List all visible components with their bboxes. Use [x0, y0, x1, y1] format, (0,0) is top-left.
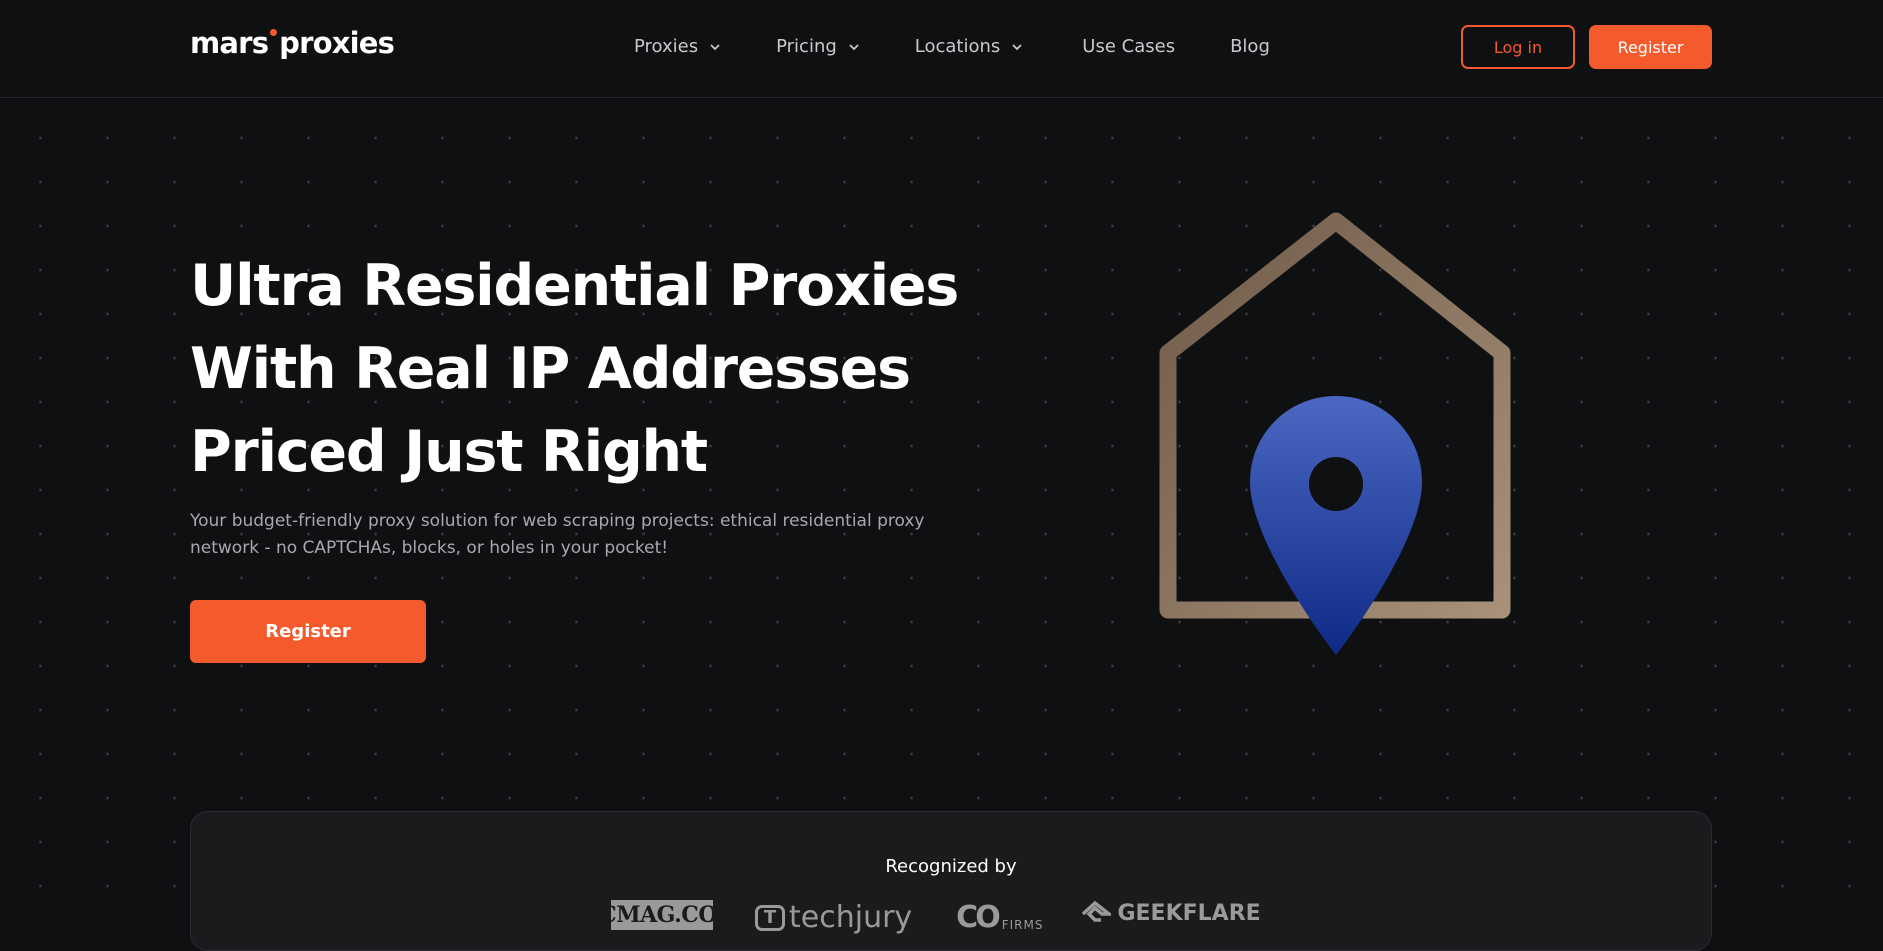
nav-pricing-label: Pricing — [776, 36, 837, 57]
geekflare-mark-icon — [1082, 900, 1112, 922]
nav-proxies[interactable]: Proxies — [634, 36, 722, 57]
hero-title-line: Ultra Residential Proxies — [190, 253, 959, 319]
header-register-button[interactable]: Register — [1589, 25, 1712, 69]
cofirms-co-icon: CO — [956, 900, 1000, 935]
nav-locations[interactable]: Locations — [915, 36, 1025, 57]
chevron-down-icon — [1012, 43, 1022, 50]
geekflare-logo-text: GEEKFLARE — [1117, 900, 1261, 926]
recognized-by-section: Recognized by PCMAG.COM T techjury CO FI… — [190, 811, 1712, 951]
cofirms-logo: CO FIRMS — [956, 900, 1043, 935]
nav-use-cases[interactable]: Use Cases — [1082, 36, 1175, 57]
main-nav: Proxies Pricing Locations Use Cases Blog — [634, 36, 1270, 57]
pcmag-logo: PCMAG.COM — [583, 900, 741, 930]
house-location-pin-icon — [1159, 212, 1511, 655]
cofirms-logo-text: FIRMS — [1001, 917, 1044, 932]
recognized-title: Recognized by — [885, 856, 1017, 877]
hero-title-line: Priced Just Right — [190, 419, 708, 485]
hero-register-button[interactable]: Register — [190, 600, 426, 663]
partner-logos: PCMAG.COM T techjury CO FIRMS GEEKFLARE — [583, 900, 1261, 935]
hero-title-line: With Real IP Addresses — [190, 336, 911, 402]
login-button[interactable]: Log in — [1461, 25, 1575, 69]
mars-proxies-logo[interactable]: mars proxies — [190, 26, 395, 60]
logo-dot — [270, 29, 278, 36]
nav-proxies-label: Proxies — [634, 36, 699, 57]
geekflare-logo: GEEKFLARE — [1081, 900, 1261, 926]
nav-locations-label: Locations — [914, 36, 1001, 57]
techjury-logo: T techjury — [755, 900, 912, 935]
techjury-t-icon: T — [755, 904, 785, 931]
logo-text-mars: mars — [190, 26, 269, 60]
hero-title: Ultra Residential Proxies With Real IP A… — [190, 245, 959, 494]
hero-subtitle: Your budget-friendly proxy solution for … — [190, 511, 925, 558]
nav-blog-label: Blog — [1230, 36, 1270, 57]
nav-use-cases-label: Use Cases — [1082, 36, 1176, 57]
site-header: mars proxies Proxies Pricing Locations U… — [0, 0, 1883, 98]
nav-blog[interactable]: Blog — [1230, 36, 1270, 57]
chevron-down-icon — [710, 43, 720, 50]
chevron-down-icon — [849, 43, 859, 50]
nav-pricing[interactable]: Pricing — [776, 36, 861, 57]
techjury-logo-text: techjury — [789, 900, 913, 935]
logo-text-proxies: proxies — [279, 26, 395, 60]
